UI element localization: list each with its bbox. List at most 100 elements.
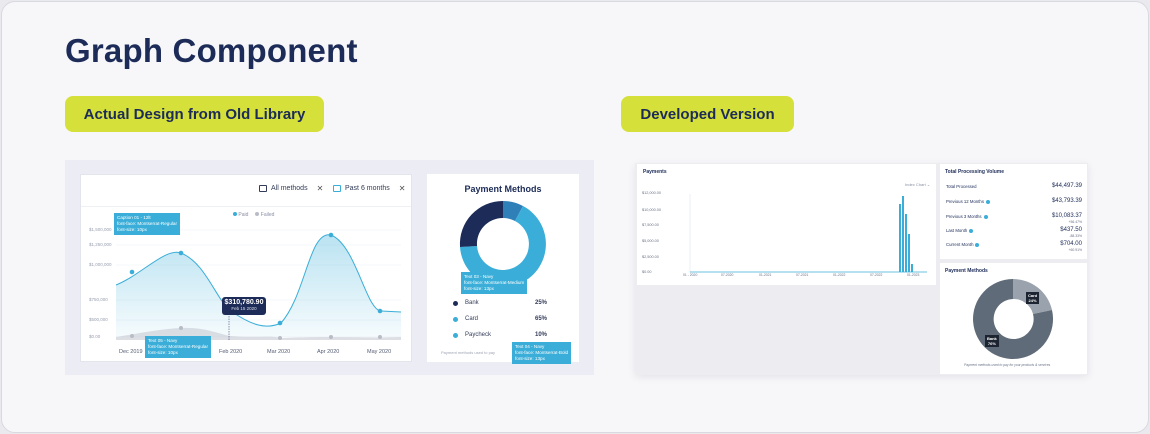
bank-slice-label: Bank 76% [985, 335, 999, 347]
tpv-row: Previous 12 Months $43,793.39 [946, 198, 1082, 204]
payment-spec-tag: Text 03 - Navy font-face: Montserrat-Med… [461, 272, 528, 294]
slice-pct: 76% [987, 341, 996, 346]
tpv-row: Previous 3 Months $10,083.37 +56.47% [946, 213, 1082, 224]
tpv-value: $437.50 [1060, 227, 1082, 233]
failed-point[interactable] [329, 335, 333, 339]
tpv-value: $44,497.39 [1051, 183, 1082, 189]
bar[interactable] [905, 214, 907, 272]
bank-dot [453, 300, 458, 306]
bar[interactable] [899, 204, 901, 272]
payment-label: Paycheck [465, 332, 492, 338]
payment-methods-title: Payment Methods [464, 184, 542, 194]
paycheck-dot [453, 332, 458, 338]
failed-point[interactable] [278, 336, 282, 340]
dev-payments-panel: Payments Index Chart ⌄ $12,000.00 $10,00… [637, 164, 936, 285]
failed-point[interactable] [378, 335, 382, 339]
slice-pct: 24% [1028, 298, 1037, 303]
y-tick: $1,000,000 [89, 262, 112, 267]
y-tick: $750,000 [89, 297, 108, 302]
tpv-change: -88.33% [1069, 234, 1082, 238]
tpv-row: Current Month $704.00 +60.91% [946, 241, 1082, 252]
x-tick: Feb 2020 [219, 349, 242, 355]
info-icon[interactable] [983, 214, 988, 219]
showcase-card: Graph Component Actual Design from Old L… [1, 1, 1149, 433]
failed-point[interactable] [179, 326, 183, 330]
payment-label: Bank [465, 300, 479, 306]
dev-tpv-panel: Total Processing Volume Total Processed … [940, 164, 1087, 259]
dev-donut-chart [973, 279, 1054, 359]
x-tick: 07-2022 [870, 273, 883, 277]
info-icon[interactable] [985, 199, 990, 204]
info-icon[interactable] [969, 228, 974, 233]
payment-row-paycheck: Paycheck 10% [453, 332, 547, 338]
paid-point[interactable] [277, 320, 283, 326]
tag-line: font-size: 10px [148, 350, 178, 355]
x-tick: May 2020 [367, 349, 391, 355]
tpv-value: $704.00 [1060, 241, 1082, 247]
developed-mockup: Payments Index Chart ⌄ $12,000.00 $10,00… [635, 163, 1088, 375]
old-line-chart: $1,500,000 $1,250,000 $1,000,000 $750,00… [89, 227, 402, 355]
card-slice-label: Card 24% [1026, 292, 1040, 304]
tpv-row: Total Processed $44,497.39 [946, 183, 1082, 189]
paid-point[interactable] [178, 250, 184, 256]
old-design-pill: Actual Design from Old Library [65, 96, 324, 132]
old-payment-panel: Payment Methods Text 03 - Navy font-face… [427, 174, 579, 362]
donut-slice[interactable] [459, 200, 503, 247]
tpv-value: $43,793.39 [1051, 198, 1082, 204]
tpv-label: Previous 12 Months [946, 199, 984, 204]
payment-pct: 65% [534, 316, 547, 322]
x-tick: 01-2021 [759, 273, 772, 277]
tooltip-date: Feb 15 2020 [231, 306, 257, 311]
payment-label: Card [465, 316, 479, 322]
x-tick: Apr 2020 [317, 349, 339, 355]
paid-area [116, 234, 401, 337]
paid-point[interactable] [129, 269, 135, 275]
payment-row-card: Card 65% [453, 316, 547, 322]
caption-spec-tag: Caption 01 - 12lt font-face: Montserrat-… [114, 213, 180, 235]
y-tick: $0.00 [89, 334, 101, 339]
bold-spec-tag: Text 04 - Navy font-face: Montserrat-Bol… [512, 342, 572, 364]
tpv-title: Total Processing Volume [945, 169, 1004, 175]
payment-pct: 10% [534, 332, 547, 338]
paid-point[interactable] [377, 308, 383, 314]
tpv-row: Last Month $437.50 -88.33% [946, 227, 1082, 238]
y-tick: $1,250,000 [89, 242, 112, 247]
old-design-mockup: All methods ✕ Past 6 months ✕ Paid Faile… [65, 160, 594, 375]
bar[interactable] [908, 234, 910, 272]
old-chart-panel: All methods ✕ Past 6 months ✕ Paid Faile… [80, 174, 412, 362]
x-tick: 07-2021 [796, 273, 809, 277]
tpv-label: Current Month [946, 242, 974, 247]
bar[interactable] [902, 196, 904, 272]
info-icon[interactable] [975, 242, 980, 247]
payment-pct: 25% [534, 300, 547, 306]
tpv-change: +56.47% [1068, 220, 1082, 224]
value-tooltip: $310,780.90 Feb 15 2020 [222, 297, 266, 315]
paid-point[interactable] [328, 232, 334, 238]
x-tick: 01-2022 [833, 273, 846, 277]
dev-bar-chart [689, 194, 927, 273]
tag-line: font-size: 13px [515, 356, 545, 361]
dev-pm-footnote: Payment methods used to pay for your pro… [964, 363, 1051, 367]
tpv-label: Last Month [946, 228, 968, 233]
x-tick: 01-2023 [907, 273, 920, 277]
text-spec-tag: Text 05 - Navy font-face: Montserrat-Reg… [145, 336, 211, 358]
x-tick: 07-2020 [721, 273, 734, 277]
payment-row-bank: Bank 25% [453, 300, 547, 306]
page-title: Graph Component [65, 32, 358, 69]
tag-line: font-size: 13px [464, 286, 494, 291]
y-tick: $500,000 [89, 317, 108, 322]
developed-version-pill: Developed Version [621, 96, 794, 132]
dev-payment-methods-panel: Payment Methods Card 24% Bank 76% Paymen… [940, 263, 1087, 374]
x-tick: 01 - 2020 [683, 273, 698, 277]
y-tick: $1,500,000 [89, 227, 112, 232]
tooltip-value: $310,780.90 [224, 299, 264, 306]
payment-footnote: Payment methods used to pay [441, 350, 496, 355]
tpv-label: Total Processed [946, 184, 977, 189]
failed-point[interactable] [130, 334, 134, 338]
tpv-value: $10,083.37 [1051, 213, 1082, 219]
x-tick: Dec 2019 [119, 349, 143, 355]
tpv-label: Previous 3 Months [946, 214, 982, 219]
tpv-change: +60.91% [1068, 248, 1082, 252]
bar[interactable] [911, 264, 913, 272]
tag-line: font-size: 10px [117, 227, 147, 232]
